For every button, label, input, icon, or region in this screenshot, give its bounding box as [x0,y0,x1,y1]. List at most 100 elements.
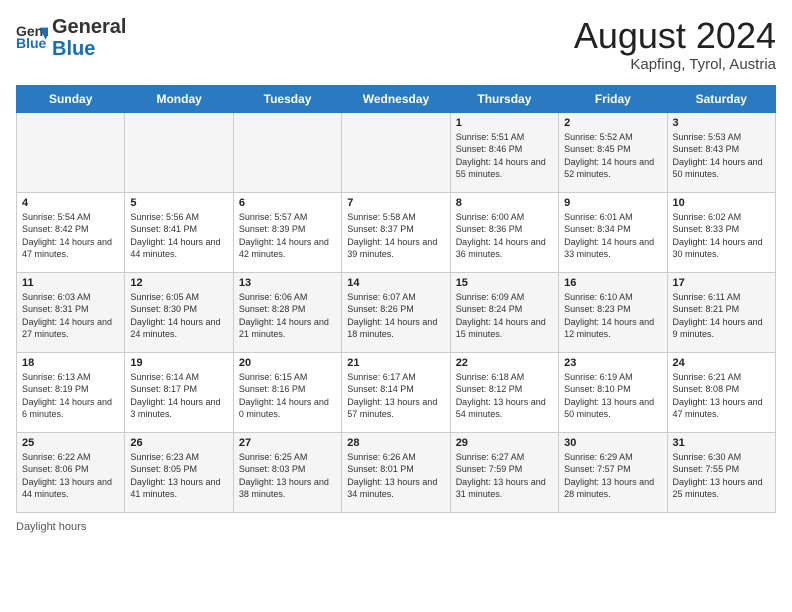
day-info: Sunrise: 5:51 AM Sunset: 8:46 PM Dayligh… [456,131,553,181]
day-cell: 15Sunrise: 6:09 AM Sunset: 8:24 PM Dayli… [450,272,558,352]
day-number: 24 [673,357,770,369]
day-info: Sunrise: 6:14 AM Sunset: 8:17 PM Dayligh… [130,371,227,421]
week-row-3: 11 Sunrise: 6:03 AM Sunset: 8:31 PM Dayli… [17,272,776,352]
svg-text:Blue: Blue [16,35,47,51]
day-cell: 14 Sunrise: 6:07 AM Sunset: 8:26 PM Dayli… [342,272,450,352]
day-info: Sunrise: 6:05 AM Sunset: 8:30 PM Dayligh… [130,291,227,341]
day-cell: 2Sunrise: 5:52 AM Sunset: 8:45 PM Daylig… [559,112,667,192]
day-info: Sunrise: 6:25 AM Sunset: 8:03 PM Dayligh… [239,451,336,501]
day-number: 19 [130,357,227,369]
title-block: August 2024 Kapfing, Tyrol, Austria [574,16,776,73]
day-cell: 18 Sunrise: 6:13 AM Sunset: 8:19 PM Dayli… [17,352,125,432]
day-cell: 19 Sunrise: 6:14 AM Sunset: 8:17 PM Dayli… [125,352,233,432]
calendar-table: SundayMondayTuesdayWednesdayThursdayFrid… [16,85,776,513]
day-cell: 13Sunrise: 6:06 AM Sunset: 8:28 PM Dayli… [233,272,341,352]
day-cell: 28Sunrise: 6:26 AM Sunset: 8:01 PM Dayli… [342,432,450,512]
page-header: General Blue General Blue August 2024 Ka… [16,16,776,73]
days-header-row: SundayMondayTuesdayWednesdayThursdayFrid… [17,85,776,112]
day-cell: 12Sunrise: 6:05 AM Sunset: 8:30 PM Dayli… [125,272,233,352]
day-number: 18 [22,357,119,369]
day-cell: 11 Sunrise: 6:03 AM Sunset: 8:31 PM Dayli… [17,272,125,352]
day-number: 10 [673,197,770,209]
day-cell: 8 Sunrise: 6:00 AM Sunset: 8:36 PM Daylig… [450,192,558,272]
logo-general: General [52,16,126,38]
day-cell: 22Sunrise: 6:18 AM Sunset: 8:12 PM Dayli… [450,352,558,432]
day-header-tuesday: Tuesday [233,85,341,112]
day-info: Sunrise: 6:22 AM Sunset: 8:06 PM Dayligh… [22,451,119,501]
day-number: 6 [239,197,336,209]
day-header-wednesday: Wednesday [342,85,450,112]
day-cell: 27 Sunrise: 6:25 AM Sunset: 8:03 PM Dayli… [233,432,341,512]
day-cell: 5 Sunrise: 5:56 AM Sunset: 8:41 PM Daylig… [125,192,233,272]
day-cell: 26Sunrise: 6:23 AM Sunset: 8:05 PM Dayli… [125,432,233,512]
day-cell [342,112,450,192]
footer: Daylight hours [16,521,776,533]
day-info: Sunrise: 5:53 AM Sunset: 8:43 PM Dayligh… [673,131,770,181]
day-cell: 7Sunrise: 5:58 AM Sunset: 8:37 PM Daylig… [342,192,450,272]
day-info: Sunrise: 5:54 AM Sunset: 8:42 PM Dayligh… [22,211,119,261]
day-number: 8 [456,197,553,209]
day-number: 27 [239,437,336,449]
day-cell: 10 Sunrise: 6:02 AM Sunset: 8:33 PM Dayli… [667,192,775,272]
week-row-4: 18 Sunrise: 6:13 AM Sunset: 8:19 PM Dayli… [17,352,776,432]
day-info: Sunrise: 6:18 AM Sunset: 8:12 PM Dayligh… [456,371,553,421]
day-cell: 4 Sunrise: 5:54 AM Sunset: 8:42 PM Daylig… [17,192,125,272]
day-cell: 3Sunrise: 5:53 AM Sunset: 8:43 PM Daylig… [667,112,775,192]
day-info: Sunrise: 6:00 AM Sunset: 8:36 PM Dayligh… [456,211,553,261]
day-info: Sunrise: 6:10 AM Sunset: 8:23 PM Dayligh… [564,291,661,341]
day-number: 16 [564,277,661,289]
day-number: 11 [22,277,119,289]
day-info: Sunrise: 6:11 AM Sunset: 8:21 PM Dayligh… [673,291,770,341]
week-row-5: 25Sunrise: 6:22 AM Sunset: 8:06 PM Dayli… [17,432,776,512]
day-header-saturday: Saturday [667,85,775,112]
day-cell: 1 Sunrise: 5:51 AM Sunset: 8:46 PM Daylig… [450,112,558,192]
day-number: 7 [347,197,444,209]
day-cell: 23 Sunrise: 6:19 AM Sunset: 8:10 PM Dayli… [559,352,667,432]
day-info: Sunrise: 6:29 AM Sunset: 7:57 PM Dayligh… [564,451,661,501]
day-number: 23 [564,357,661,369]
day-cell: 16 Sunrise: 6:10 AM Sunset: 8:23 PM Dayli… [559,272,667,352]
day-cell: 24 Sunrise: 6:21 AM Sunset: 8:08 PM Dayli… [667,352,775,432]
day-cell: 30 Sunrise: 6:29 AM Sunset: 7:57 PM Dayli… [559,432,667,512]
day-info: Sunrise: 6:15 AM Sunset: 8:16 PM Dayligh… [239,371,336,421]
day-number: 13 [239,277,336,289]
day-number: 29 [456,437,553,449]
day-cell: 29 Sunrise: 6:27 AM Sunset: 7:59 PM Dayli… [450,432,558,512]
logo-text-block: General Blue [52,16,126,60]
day-info: Sunrise: 6:03 AM Sunset: 8:31 PM Dayligh… [22,291,119,341]
day-info: Sunrise: 6:21 AM Sunset: 8:08 PM Dayligh… [673,371,770,421]
day-header-sunday: Sunday [17,85,125,112]
day-number: 5 [130,197,227,209]
day-cell: 31Sunrise: 6:30 AM Sunset: 7:55 PM Dayli… [667,432,775,512]
day-header-friday: Friday [559,85,667,112]
day-info: Sunrise: 6:09 AM Sunset: 8:24 PM Dayligh… [456,291,553,341]
day-number: 14 [347,277,444,289]
logo-blue: Blue [52,38,126,60]
day-info: Sunrise: 5:52 AM Sunset: 8:45 PM Dayligh… [564,131,661,181]
day-info: Sunrise: 6:13 AM Sunset: 8:19 PM Dayligh… [22,371,119,421]
day-cell: 21Sunrise: 6:17 AM Sunset: 8:14 PM Dayli… [342,352,450,432]
day-number: 1 [456,117,553,129]
day-header-monday: Monday [125,85,233,112]
daylight-label: Daylight hours [16,521,86,533]
day-cell: 17 Sunrise: 6:11 AM Sunset: 8:21 PM Dayli… [667,272,775,352]
day-cell [233,112,341,192]
day-number: 26 [130,437,227,449]
day-number: 31 [673,437,770,449]
day-number: 4 [22,197,119,209]
month-year: August 2024 [574,16,776,56]
day-number: 21 [347,357,444,369]
day-cell: 9Sunrise: 6:01 AM Sunset: 8:34 PM Daylig… [559,192,667,272]
day-info: Sunrise: 6:07 AM Sunset: 8:26 PM Dayligh… [347,291,444,341]
week-row-1: 1 Sunrise: 5:51 AM Sunset: 8:46 PM Daylig… [17,112,776,192]
day-number: 20 [239,357,336,369]
day-number: 17 [673,277,770,289]
day-number: 9 [564,197,661,209]
logo: General Blue General Blue [16,16,126,60]
day-number: 30 [564,437,661,449]
location: Kapfing, Tyrol, Austria [574,56,776,73]
day-info: Sunrise: 6:19 AM Sunset: 8:10 PM Dayligh… [564,371,661,421]
day-info: Sunrise: 6:02 AM Sunset: 8:33 PM Dayligh… [673,211,770,261]
day-info: Sunrise: 6:27 AM Sunset: 7:59 PM Dayligh… [456,451,553,501]
day-info: Sunrise: 5:56 AM Sunset: 8:41 PM Dayligh… [130,211,227,261]
